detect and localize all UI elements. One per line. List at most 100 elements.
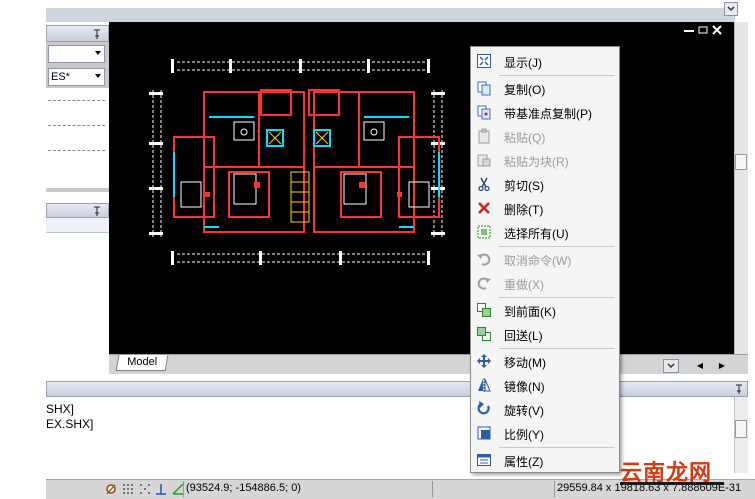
menu-item-label: 取消命令(W) [504,254,572,268]
context-menu: 显示(J) 复制(O) 带基准点复制(P) 粘贴(Q) 粘贴为块(R) 剪切(S… [470,46,620,473]
menu-item-select-all[interactable]: 选择所有(U) [472,221,618,243]
menu-item-cut[interactable]: 剪切(S) [472,173,618,195]
scroll-right-icon[interactable]: ▶ [712,359,732,373]
properties-icon [477,454,491,466]
zoom-extents-icon [477,54,491,68]
menu-item-label: 删除(T) [504,203,544,217]
menu-item-label: 属性(Z) [504,455,544,469]
send-back-icon [477,327,491,341]
menu-item-mirror[interactable]: 镜像(N) [472,374,618,396]
command-output-line: SHX] [46,402,75,416]
menu-item-undo[interactable]: 取消命令(W) [472,248,618,270]
menu-item-label: 选择所有(U) [504,227,569,241]
watermark-logo: 云南龙网 [620,461,713,486]
chevron-down-icon [667,363,675,369]
scroll-left-icon[interactable]: ◀ [690,359,710,373]
delete-x-icon [478,202,490,214]
tab-model[interactable]: Model [115,355,169,371]
status-toggles [104,481,184,497]
paste-icon [478,128,490,144]
menu-separator [499,348,615,349]
undo-icon [477,253,491,266]
properties-combo-1[interactable] [48,45,105,63]
ortho-icon[interactable] [154,482,167,496]
layers-panel-header [46,203,109,218]
list-divider [48,125,105,126]
menu-item-label: 复制(O) [504,83,546,97]
menu-item-paste-as-block[interactable]: 粘贴为块(R) [472,149,618,171]
tab-model-label: Model [127,356,158,368]
menu-item-label: 回送(L) [504,329,543,343]
pin-icon[interactable] [91,28,103,40]
tab-list-button[interactable] [663,359,679,373]
menu-item-label: 剪切(S) [504,179,544,193]
list-divider [48,100,105,101]
bring-front-icon [477,303,491,317]
menu-item-label: 旋转(V) [504,404,544,418]
menu-item-display[interactable]: 显示(J) [472,50,618,72]
menu-item-move[interactable]: 移动(M) [472,350,618,372]
layers-panel-toolbar [46,218,109,233]
osnap-icon[interactable] [104,482,117,496]
cursor-coordinates: (93524.9; -154886.5; 0) [186,482,301,494]
layers-panel-body [46,218,109,378]
menu-separator [499,246,615,247]
floor-plan-drawing [149,25,722,265]
menu-item-label: 移动(M) [504,356,546,370]
mirror-icon [478,378,491,392]
menu-item-bring-to-front[interactable]: 到前面(K) [472,299,618,321]
scissors-icon [478,177,490,192]
layout-tab-bar [109,354,748,374]
menu-item-copy[interactable]: 复制(O) [472,77,618,99]
pin-icon[interactable] [91,205,103,217]
canvas-vscroll-thumb[interactable] [735,154,747,170]
menu-item-label: 镜像(N) [504,380,545,394]
properties-combo-2[interactable]: ES* [48,68,105,86]
copy-with-base-icon [477,105,491,120]
chevron-down-icon [95,74,101,78]
select-all-icon [477,225,491,239]
copy-icon [477,81,491,96]
watermark-underline [620,482,724,485]
menu-item-redo[interactable]: 重做(X) [472,272,618,294]
menu-item-send-back[interactable]: 回送(L) [472,323,618,345]
menu-item-label: 显示(J) [504,56,542,70]
menu-item-label: 到前面(K) [504,305,556,319]
menu-separator [499,447,615,448]
left-panel-top [46,0,109,8]
move-icon [477,354,491,368]
menu-separator [499,75,615,76]
command-scroll-thumb[interactable] [735,420,747,438]
list-divider [48,150,105,151]
drawing-canvas[interactable] [109,22,734,354]
properties-list [46,88,109,188]
menu-separator [499,297,615,298]
window-top-strip [46,8,735,22]
menu-item-label: 粘贴(Q) [504,131,546,145]
scale-icon [477,426,491,440]
command-output-line: EX.SHX] [46,417,94,431]
properties-panel-header [46,25,109,42]
combo-2-value: ES* [51,71,70,83]
chevron-down-icon [727,6,735,12]
menu-item-paste[interactable]: 粘贴(Q) [472,125,618,147]
canvas-vertical-scrollbar[interactable] [734,22,748,354]
menu-item-label: 粘贴为块(R) [504,155,569,169]
window-menu-button[interactable] [724,2,738,16]
redo-icon [477,277,491,290]
menu-item-properties[interactable]: 属性(Z) [472,449,618,471]
menu-item-label: 比例(Y) [504,428,544,442]
rotate-icon [477,401,490,415]
menu-item-delete[interactable]: 删除(T) [472,197,618,219]
chevron-down-icon [95,51,101,55]
menu-item-copy-with-base[interactable]: 带基准点复制(P) [472,101,618,123]
pin-icon[interactable] [733,383,745,395]
menu-item-label: 带基准点复制(P) [504,107,592,121]
snap-grid-icon[interactable] [138,482,151,496]
status-divider [554,481,555,497]
menu-item-scale[interactable]: 比例(Y) [472,422,618,444]
grid-icon[interactable] [121,482,134,496]
status-divider [432,481,433,497]
menu-item-rotate[interactable]: 旋转(V) [472,398,618,420]
status-divider [183,481,184,497]
